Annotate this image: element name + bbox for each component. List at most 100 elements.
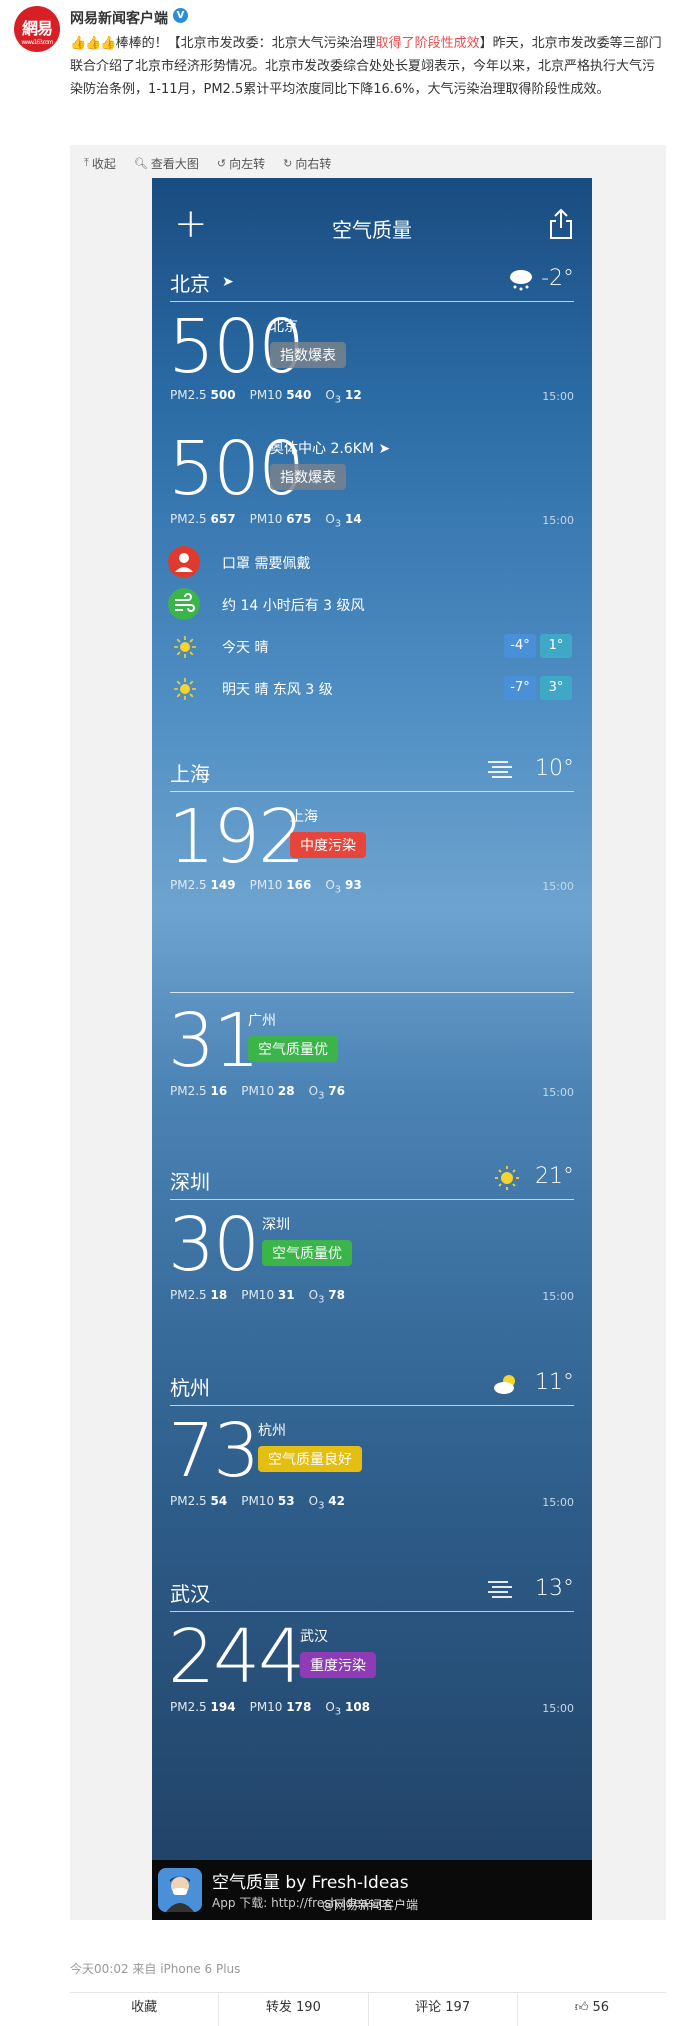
- update-time: 15:00: [542, 1496, 574, 1509]
- city-temp: 11°: [535, 1370, 574, 1395]
- tip-mask: 口罩 需要佩戴: [168, 546, 578, 580]
- aqi-status-badge: 空气质量良好: [258, 1446, 362, 1472]
- forecast-today: 今天 晴 -4° 1°: [168, 630, 578, 664]
- update-time: 15:00: [542, 514, 574, 527]
- low-temp: -7°: [504, 676, 536, 700]
- share-icon: [550, 208, 572, 239]
- station-info: 武汉 重度污染: [300, 1626, 376, 1678]
- post-text-highlight-link[interactable]: 取得了阶段性成效: [376, 36, 480, 51]
- forecast-tomorrow: 明天 晴 东风 3 级 -7° 3°: [168, 672, 578, 706]
- view-large-label: 查看大图: [150, 156, 199, 171]
- city-header-hangzhou: 杭州 11°: [170, 1366, 574, 1406]
- like-count: 56: [592, 2000, 610, 2015]
- city-header-beijing: 北京 ➤ -2°: [170, 262, 574, 302]
- avatar-text: 網易: [21, 19, 53, 38]
- station-name: 奥体中心 2.6KM ➤: [270, 441, 391, 457]
- aqi-value: 244: [168, 1614, 305, 1700]
- air-quality-app-screenshot[interactable]: + 空气质量 北京 ➤ -2° 500 北京 指数爆表 PM2.5 500 PM1…: [152, 178, 592, 1920]
- rotate-left-button[interactable]: ↺ 向左转: [217, 152, 265, 174]
- station-info: 北京 指数爆表: [270, 316, 346, 368]
- rotate-right-label: 向右转: [295, 156, 332, 171]
- sun-icon: [174, 678, 196, 700]
- haze-icon: [488, 1581, 512, 1598]
- pollutant-metrics: PM2.5 18 PM10 31 O3 78: [170, 1288, 345, 1306]
- low-temp: -4°: [504, 634, 536, 658]
- pollutant-metrics: PM2.5 500 PM10 540 O3 12: [170, 388, 362, 406]
- pm10-value: 675: [286, 512, 312, 526]
- app-logo-icon: [158, 1868, 202, 1912]
- post-actions: 收藏 转发 190 评论 197 👍︎ 56: [70, 1992, 666, 2026]
- pm25-value: 149: [210, 878, 236, 892]
- pm25-value: 16: [210, 1084, 228, 1098]
- post-text: 👍👍👍棒棒的！【北京市发改委：北京大气污染治理取得了阶段性成效】昨天，北京市发改…: [70, 32, 666, 101]
- favorite-button[interactable]: 收藏: [70, 1993, 220, 2026]
- like-icon: 👍︎: [574, 2000, 589, 2015]
- aqi-status-badge: 中度污染: [290, 832, 366, 858]
- repost-button[interactable]: 转发 190: [219, 1993, 369, 2026]
- sun-icon: [495, 1166, 519, 1190]
- mask-icon: [168, 546, 200, 578]
- like-button[interactable]: 👍︎ 56: [518, 1993, 666, 2026]
- shenzhen-station: 30: [168, 1208, 260, 1282]
- city-header-shenzhen: 深圳 21°: [170, 1160, 574, 1200]
- station-name: 深圳: [262, 1217, 290, 1233]
- tip-text: 约 14 小时后有 3 级风: [222, 598, 365, 614]
- rotate-right-button[interactable]: ↻ 向右转: [283, 152, 331, 174]
- view-large-button[interactable]: 🔍︎ 查看大图: [134, 152, 199, 174]
- pm25-value: 657: [210, 512, 236, 526]
- avatar-subtext: www.163.com: [21, 39, 53, 46]
- station-name: 上海: [290, 809, 318, 825]
- pm25-value: 500: [210, 388, 236, 402]
- o3-value: 93: [344, 878, 362, 892]
- update-time: 15:00: [542, 1290, 574, 1303]
- collapse-label: 收起: [91, 156, 116, 171]
- avatar[interactable]: 網易 www.163.com: [14, 6, 60, 52]
- station-name: 北京: [270, 319, 298, 335]
- app-promo-banner[interactable]: 空气质量 by Fresh-Ideas App 下载: http://fresh…: [152, 1860, 592, 1920]
- city-name: 上海: [170, 762, 210, 786]
- guangzhou-station: 31: [168, 1004, 260, 1078]
- update-time: 15:00: [542, 1086, 574, 1099]
- thumbs-up-icon: 👍👍👍: [70, 36, 117, 51]
- city-temp: 10°: [535, 756, 574, 781]
- update-time: 15:00: [542, 1702, 574, 1715]
- comment-button[interactable]: 评论 197: [369, 1993, 518, 2026]
- verified-icon: V: [173, 8, 188, 23]
- pm25-value: 194: [210, 1700, 236, 1714]
- promo-title: 空气质量 by Fresh-Ideas: [212, 1873, 409, 1893]
- collapse-button[interactable]: ⤒ 收起: [84, 152, 116, 174]
- o3-value: 42: [328, 1494, 345, 1508]
- post-header: 網易 www.163.com 网易新闻客户端 V 👍👍👍棒棒的！【北京市发改委：…: [0, 0, 677, 145]
- aqi-status-badge: 空气质量优: [248, 1036, 338, 1062]
- pollutant-metrics: PM2.5 149 PM10 166 O3 93: [170, 878, 362, 896]
- app-title: 空气质量: [332, 218, 412, 242]
- pm10-value: 178: [286, 1700, 312, 1714]
- o3-value: 14: [344, 512, 362, 526]
- username-link[interactable]: 网易新闻客户端: [70, 8, 168, 28]
- pm25-value: 54: [210, 1494, 228, 1508]
- wuhan-station: 244: [168, 1614, 305, 1700]
- aqi-status-badge: 指数爆表: [270, 464, 346, 490]
- image-toolbar: ⤒ 收起 🔍︎ 查看大图 ↺ 向左转 ↻ 向右转: [84, 152, 331, 174]
- o3-value: 78: [328, 1288, 345, 1302]
- snow-cloud-icon: [510, 270, 532, 291]
- haze-icon: [488, 761, 512, 778]
- pollutant-metrics: PM2.5 16 PM10 28 O3 76: [170, 1084, 345, 1102]
- o3-value: 108: [344, 1700, 371, 1714]
- city-name: 深圳: [170, 1170, 210, 1194]
- wind-icon: [168, 588, 200, 620]
- station-name: 杭州: [258, 1423, 286, 1439]
- location-arrow-icon: ➤: [378, 441, 391, 457]
- o3-value: 12: [344, 388, 362, 402]
- high-temp: 3°: [540, 676, 572, 700]
- aqi-value: 73: [168, 1408, 260, 1494]
- pm10-value: 53: [277, 1494, 295, 1508]
- update-time: 15:00: [542, 880, 574, 893]
- city-name: 杭州: [170, 1376, 210, 1400]
- post-meta: 今天00:02 来自 iPhone 6 Plus: [70, 1962, 241, 1976]
- forecast-text: 今天 晴: [222, 640, 269, 656]
- pm10-value: 28: [277, 1084, 295, 1098]
- city-divider: [170, 992, 574, 993]
- watermark: @网易新闻客户端: [322, 1898, 419, 1912]
- pollutant-metrics: PM2.5 54 PM10 53 O3 42: [170, 1494, 345, 1512]
